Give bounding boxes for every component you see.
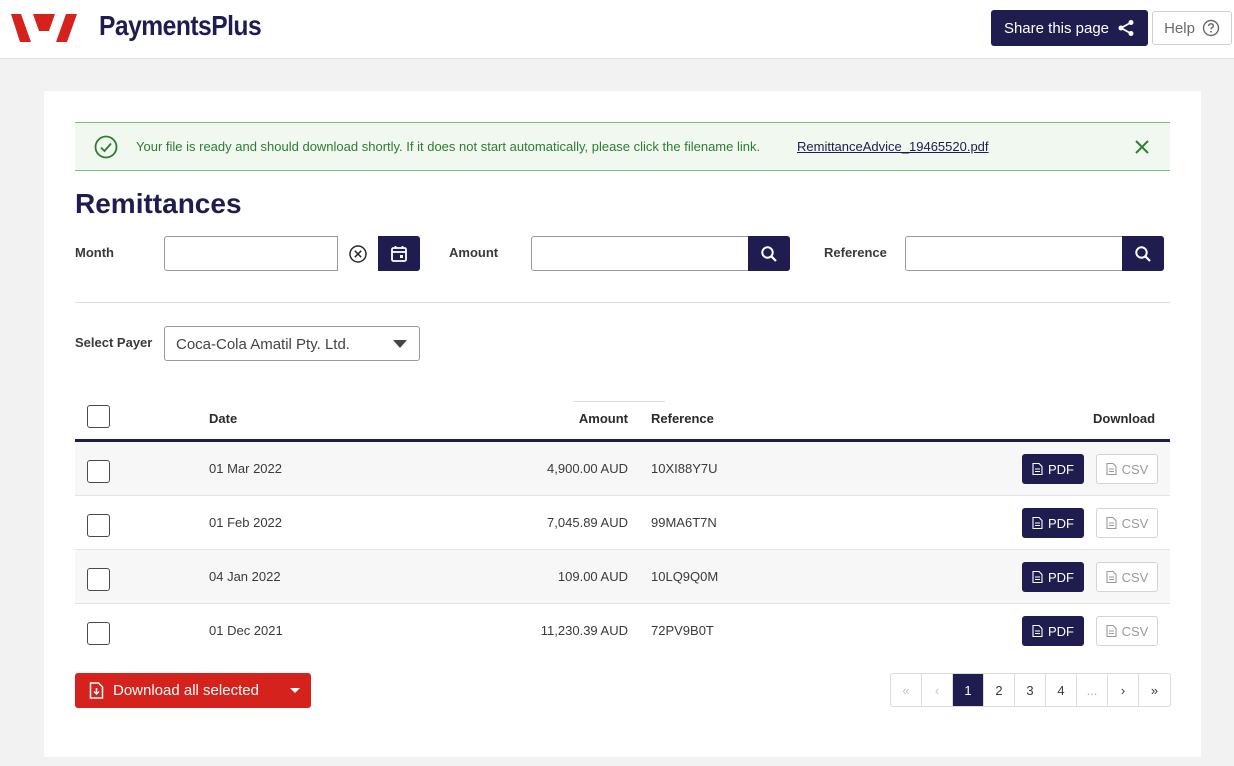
row-date: 01 Feb 2022	[209, 515, 283, 530]
alert-filename-link[interactable]: RemittanceAdvice_19465520.pdf	[797, 139, 989, 154]
help-label: Help	[1164, 19, 1195, 37]
search-icon	[761, 245, 777, 262]
sort-indicator	[573, 401, 665, 402]
reference-label: Reference	[824, 245, 887, 260]
pdf-label: PDF	[1048, 569, 1074, 585]
csv-download-button[interactable]: CSV	[1096, 454, 1158, 484]
row-amount: 4,900.00 AUD	[547, 461, 628, 476]
pdf-file-icon	[1032, 625, 1043, 637]
pdf-download-button[interactable]: PDF	[1022, 562, 1084, 592]
pagination-page-1[interactable]: 1	[953, 674, 984, 706]
pdf-download-button[interactable]: PDF	[1022, 454, 1084, 484]
csv-file-icon	[1106, 625, 1117, 637]
select-payer-label: Select Payer	[75, 335, 153, 350]
row-amount: 109.00 AUD	[557, 569, 628, 584]
download-all-selected-button[interactable]: Download all selected	[75, 673, 311, 708]
table-row: 01 Mar 2022 4,900.00 AUD 10XI88Y7U PDF C…	[75, 442, 1170, 496]
table-row: 01 Feb 2022 7,045.89 AUD 99MA6T7N PDF CS…	[75, 496, 1170, 550]
column-header-download: Download	[1093, 411, 1156, 426]
row-reference: 10LQ9Q0M	[651, 569, 719, 584]
pagination: « ‹ 1 2 3 4 ... › »	[890, 673, 1171, 707]
caret-down-icon[interactable]	[290, 688, 300, 693]
row-checkbox[interactable]	[87, 622, 110, 645]
clear-circle-icon	[349, 244, 367, 263]
csv-label: CSV	[1121, 461, 1149, 477]
pagination-last[interactable]: »	[1139, 674, 1170, 706]
csv-file-icon	[1106, 571, 1117, 583]
table-row: 01 Dec 2021 11,230.39 AUD 72PV9B0T PDF C…	[75, 604, 1170, 658]
clear-month-button[interactable]	[337, 236, 378, 271]
csv-file-icon	[1106, 517, 1117, 529]
column-header-date[interactable]: Date	[209, 411, 237, 426]
pdf-download-button[interactable]: PDF	[1022, 508, 1084, 538]
pdf-file-icon	[1032, 463, 1043, 475]
payer-select-value: Coca-Cola Amatil Pty. Ltd.	[176, 336, 350, 353]
csv-download-button[interactable]: CSV	[1096, 616, 1158, 646]
caret-down-icon	[393, 340, 407, 348]
search-icon	[1135, 245, 1151, 262]
table-row: 04 Jan 2022 109.00 AUD 10LQ9Q0M PDF CSV	[75, 550, 1170, 604]
download-all-label: Download all selected	[113, 682, 259, 699]
csv-label: CSV	[1121, 515, 1149, 531]
month-label: Month	[75, 245, 114, 260]
row-amount: 7,045.89 AUD	[547, 515, 628, 530]
westpac-logo[interactable]	[11, 14, 77, 42]
amount-label: Amount	[449, 245, 499, 260]
row-date: 04 Jan 2022	[209, 569, 281, 584]
payer-select[interactable]: Coca-Cola Amatil Pty. Ltd.	[164, 326, 420, 361]
column-header-reference[interactable]: Reference	[651, 411, 714, 426]
close-icon[interactable]	[1133, 138, 1151, 156]
row-date: 01 Mar 2022	[209, 461, 282, 476]
pdf-label: PDF	[1048, 515, 1074, 531]
pdf-file-icon	[1032, 571, 1043, 583]
reference-search-button[interactable]	[1122, 236, 1164, 271]
select-all-checkbox[interactable]	[87, 405, 110, 428]
amount-search-button[interactable]	[748, 236, 790, 271]
csv-label: CSV	[1121, 623, 1149, 639]
row-reference: 99MA6T7N	[651, 515, 717, 530]
pdf-label: PDF	[1048, 461, 1074, 477]
download-ready-alert: Your file is ready and should download s…	[75, 122, 1170, 171]
calendar-icon	[391, 245, 407, 262]
pagination-next[interactable]: ›	[1108, 674, 1139, 706]
csv-download-button[interactable]: CSV	[1096, 508, 1158, 538]
row-reference: 72PV9B0T	[651, 623, 714, 638]
page-title: Remittances	[75, 188, 242, 219]
calendar-button[interactable]	[378, 236, 420, 271]
pdf-download-button[interactable]: PDF	[1022, 616, 1084, 646]
pagination-page-4[interactable]: 4	[1046, 674, 1077, 706]
pagination-ellipsis: ...	[1077, 674, 1108, 706]
row-date: 01 Dec 2021	[209, 623, 283, 638]
check-circle-icon	[94, 135, 118, 159]
pagination-first[interactable]: «	[891, 674, 922, 706]
csv-download-button[interactable]: CSV	[1096, 562, 1158, 592]
filter-divider	[75, 302, 1170, 303]
alert-message: Your file is ready and should download s…	[136, 139, 761, 154]
pdf-file-icon	[1032, 517, 1043, 529]
question-circle-icon	[1202, 19, 1220, 37]
download-file-icon	[89, 682, 104, 699]
pagination-page-2[interactable]: 2	[984, 674, 1015, 706]
share-page-button[interactable]: Share this page	[991, 10, 1148, 46]
column-header-amount[interactable]: Amount	[428, 411, 628, 426]
share-page-label: Share this page	[1003, 19, 1110, 37]
row-checkbox[interactable]	[87, 514, 110, 537]
row-reference: 10XI88Y7U	[651, 461, 718, 476]
pdf-label: PDF	[1048, 623, 1074, 639]
share-icon	[1118, 20, 1134, 36]
app-brand-name: PaymentsPlus	[99, 10, 262, 41]
row-checkbox[interactable]	[87, 568, 110, 591]
row-amount: 11,230.39 AUD	[540, 623, 628, 638]
help-button[interactable]: Help	[1152, 11, 1232, 45]
app-header: PaymentsPlus Share this page Help	[0, 0, 1234, 59]
csv-label: CSV	[1121, 569, 1149, 585]
row-checkbox[interactable]	[87, 460, 110, 483]
csv-file-icon	[1106, 463, 1117, 475]
pagination-prev[interactable]: ‹	[922, 674, 953, 706]
pagination-page-3[interactable]: 3	[1015, 674, 1046, 706]
